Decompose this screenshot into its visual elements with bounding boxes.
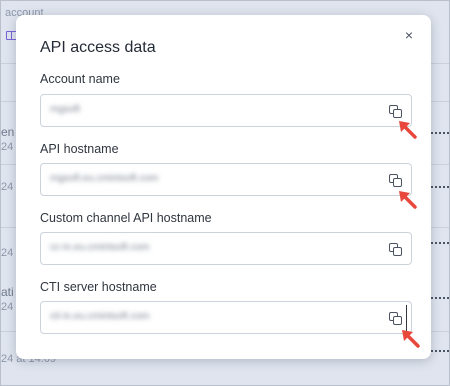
copy-icon[interactable] bbox=[389, 174, 402, 187]
api-hostname-field[interactable]: mgsoft.eu.cmintsoft.com bbox=[40, 163, 412, 196]
red-arrow-icon bbox=[402, 330, 420, 348]
background-row-title: en bbox=[1, 125, 15, 139]
cti-server-hostname-label: CTI server hostname bbox=[40, 280, 157, 294]
account-name-label: Account name bbox=[40, 72, 120, 86]
red-arrow-icon bbox=[399, 121, 417, 139]
api-hostname-value: mgsoft.eu.cmintsoft.com bbox=[50, 173, 159, 184]
close-icon[interactable]: × bbox=[401, 27, 417, 43]
copy-icon[interactable] bbox=[389, 105, 402, 118]
custom-channel-api-hostname-label: Custom channel API hostname bbox=[40, 211, 212, 225]
custom-channel-api-hostname-value: cc-in.eu.cmintsoft.com bbox=[50, 242, 150, 253]
dialog-title: API access data bbox=[40, 39, 156, 56]
api-hostname-label: API hostname bbox=[40, 142, 119, 156]
api-access-dialog: API access data × Account name mgsoft AP… bbox=[16, 15, 431, 359]
cti-server-hostname-field[interactable]: cti-in.eu.cmintsoft.com bbox=[40, 301, 412, 334]
copy-icon[interactable] bbox=[389, 243, 402, 256]
cti-server-hostname-value: cti-in.eu.cmintsoft.com bbox=[50, 311, 150, 322]
red-arrow-icon bbox=[399, 191, 417, 209]
account-name-field[interactable]: mgsoft bbox=[40, 94, 412, 127]
copy-icon[interactable] bbox=[389, 312, 402, 325]
background-row-title: ati bbox=[1, 285, 14, 299]
custom-channel-api-hostname-field[interactable]: cc-in.eu.cmintsoft.com bbox=[40, 232, 412, 265]
account-name-value: mgsoft bbox=[50, 104, 81, 115]
